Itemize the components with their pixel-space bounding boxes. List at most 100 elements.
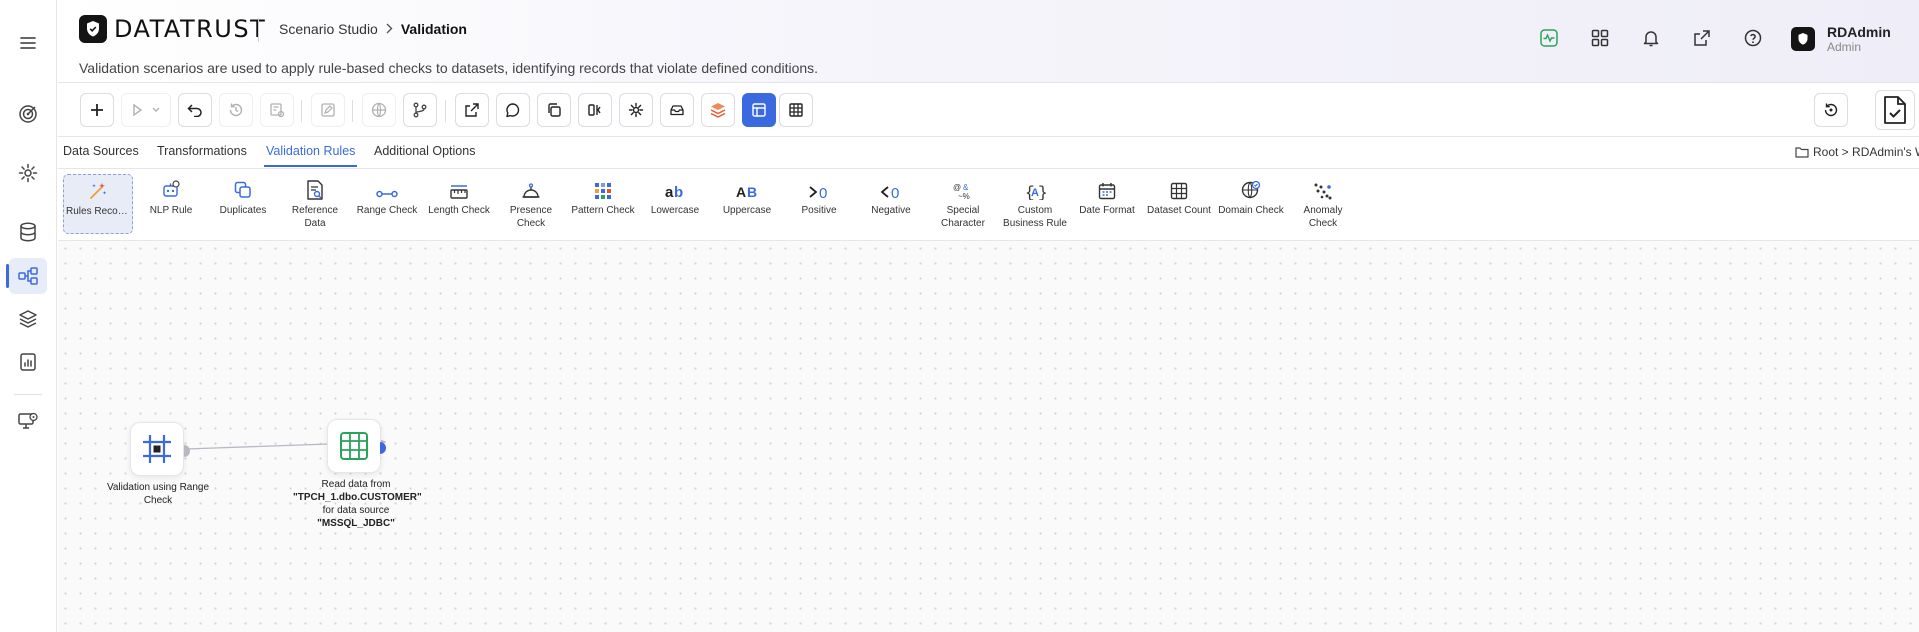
- edit-button[interactable]: [311, 93, 345, 127]
- tab-transformations[interactable]: Transformations: [157, 144, 247, 158]
- palette-label: Anomaly Check: [1303, 205, 1343, 229]
- svg-text:&: &: [963, 183, 969, 192]
- palette-reference-data[interactable]: Reference Data: [280, 174, 350, 234]
- palette-custom-business-rule[interactable]: {A} Custom Business Rule: [1000, 174, 1070, 234]
- lowercase-ab-icon: ab: [640, 178, 710, 200]
- palette-length-check[interactable]: Length Check: [424, 174, 494, 234]
- settings-button[interactable]: [619, 93, 653, 127]
- palette-label: NLP Rule: [149, 205, 193, 216]
- shield-logo-icon: [79, 15, 107, 43]
- globe-check-icon: [1216, 178, 1286, 200]
- source-node-label-mid: for data source: [322, 505, 390, 516]
- tab-additional-options[interactable]: Additional Options: [374, 144, 475, 158]
- breadcrumb-validation: Validation: [400, 21, 467, 37]
- avatar: [1791, 27, 1815, 51]
- layout-view-button[interactable]: [742, 93, 776, 127]
- source-node-datasource: "MSSQL_JDBC": [317, 518, 395, 529]
- palette-pattern-check[interactable]: Pattern Check: [568, 174, 638, 234]
- palette-positive[interactable]: 0 Positive: [784, 174, 854, 234]
- pattern-grid-icon: [568, 178, 638, 200]
- palette-label: Pattern Check: [571, 205, 635, 216]
- report-icon[interactable]: [9, 344, 47, 380]
- palette-label: Lowercase: [650, 205, 700, 216]
- palette-nlp-rule[interactable]: NLP Rule: [136, 174, 206, 234]
- layers-button[interactable]: [701, 93, 735, 127]
- source-node-table: "TPCH_1.dbo.CUSTOMER": [293, 492, 422, 503]
- palette-presence-check[interactable]: Presence Check: [496, 174, 566, 234]
- source-node[interactable]: [327, 419, 381, 473]
- activity-icon[interactable]: [1538, 27, 1560, 49]
- breadcrumb-scenario-studio[interactable]: Scenario Studio: [279, 21, 378, 37]
- add-button[interactable]: [80, 93, 114, 127]
- user-menu[interactable]: RDAdmin Admin: [1791, 25, 1891, 53]
- toolbar-divider: [445, 100, 446, 122]
- validate-document-button[interactable]: [1875, 90, 1915, 130]
- calendar-icon: [1072, 178, 1142, 200]
- validation-rule-palette: Rules Recommen... NLP Rule Duplicates Re…: [58, 169, 1919, 241]
- history-button[interactable]: [219, 93, 253, 127]
- preview-button[interactable]: [260, 93, 294, 127]
- bell-icon[interactable]: [1640, 27, 1662, 49]
- table-grid-icon: [340, 432, 368, 460]
- svg-text:~%: ~%: [958, 192, 970, 200]
- user-role: Admin: [1827, 40, 1862, 54]
- range-icon: [352, 178, 422, 200]
- palette-domain-check[interactable]: Domain Check: [1216, 174, 1286, 234]
- revert-button[interactable]: [1814, 93, 1848, 127]
- svg-text:a: a: [665, 184, 674, 200]
- palette-label: Domain Check: [1218, 205, 1284, 216]
- greater-than-zero-icon: 0: [784, 178, 854, 200]
- settings-icon[interactable]: [9, 155, 47, 191]
- apps-grid-icon[interactable]: [1589, 27, 1611, 49]
- palette-label: Range Check: [356, 205, 418, 216]
- workflow-icon[interactable]: [6, 258, 47, 294]
- validation-node[interactable]: [130, 422, 184, 476]
- datatrust-logo[interactable]: DATATRUST: [79, 15, 266, 43]
- palette-negative[interactable]: 0 Negative: [856, 174, 926, 234]
- svg-text:@: @: [953, 183, 961, 192]
- scatter-anomaly-icon: [1288, 178, 1358, 200]
- validation-node-label: Validation using Range Check: [106, 482, 210, 506]
- copy-button[interactable]: [537, 93, 571, 127]
- external-link-icon[interactable]: [1691, 27, 1713, 49]
- palette-dataset-count[interactable]: Dataset Count: [1144, 174, 1214, 234]
- table-view-button[interactable]: [779, 93, 813, 127]
- layers-icon[interactable]: [9, 301, 47, 337]
- split-button[interactable]: [578, 93, 612, 127]
- sidebar-divider: [14, 394, 42, 395]
- palette-label: Presence Check: [509, 205, 553, 229]
- palette-rules-recommendation[interactable]: Rules Recommen...: [63, 174, 133, 234]
- palette-label: Reference Data: [291, 205, 339, 229]
- undo-button[interactable]: [178, 93, 212, 127]
- palette-range-check[interactable]: Range Check: [352, 174, 422, 234]
- source-node-output-port[interactable]: [380, 441, 388, 454]
- palette-label: Length Check: [428, 205, 490, 216]
- monitor-icon[interactable]: [9, 403, 47, 439]
- tab-data-sources[interactable]: Data Sources: [63, 144, 139, 158]
- palette-duplicates[interactable]: Duplicates: [208, 174, 278, 234]
- comment-button[interactable]: [496, 93, 530, 127]
- reference-doc-icon: [280, 178, 350, 200]
- header-divider: [258, 18, 259, 42]
- palette-label: Rules Recommen...: [66, 206, 132, 217]
- help-icon[interactable]: [1742, 27, 1764, 49]
- workspace-path[interactable]: Root > RDAdmin's Workspace: [1795, 145, 1919, 159]
- palette-date-format[interactable]: Date Format: [1072, 174, 1142, 234]
- database-icon[interactable]: [9, 214, 47, 250]
- branch-button[interactable]: [403, 93, 437, 127]
- palette-anomaly-check[interactable]: Anomaly Check: [1288, 174, 1358, 234]
- palette-special-character[interactable]: @ & ~% Special Character: [928, 174, 998, 234]
- tab-validation-rules[interactable]: Validation Rules: [263, 144, 358, 167]
- datasource-button[interactable]: [660, 93, 694, 127]
- menu-icon[interactable]: [9, 25, 47, 61]
- curly-braces-icon: {A}: [1000, 178, 1070, 200]
- palette-lowercase[interactable]: ab Lowercase: [640, 174, 710, 234]
- svg-text:b: b: [674, 184, 683, 200]
- workflow-canvas[interactable]: Validation using Range Check Read data f…: [58, 241, 1919, 632]
- palette-uppercase[interactable]: AB Uppercase: [712, 174, 782, 234]
- globe-button[interactable]: [362, 93, 396, 127]
- run-button[interactable]: [121, 93, 171, 127]
- target-icon[interactable]: [9, 96, 47, 132]
- export-button[interactable]: [455, 93, 489, 127]
- validation-node-output-port[interactable]: [184, 444, 192, 457]
